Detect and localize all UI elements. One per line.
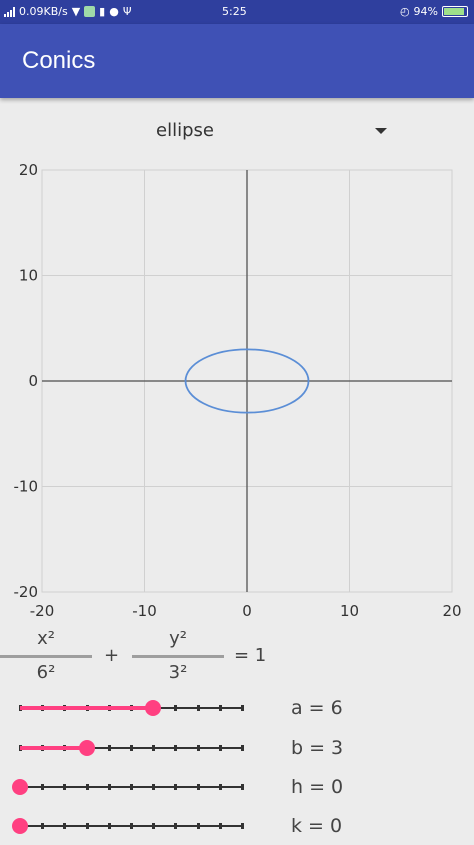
slider-tick <box>107 823 111 829</box>
term-y-denominator: 3² <box>168 662 188 683</box>
slider-tick <box>41 823 45 829</box>
slider-row-k: k = 0 <box>0 808 474 844</box>
slider-row-h: h = 0 <box>0 769 474 805</box>
slider-tick <box>218 745 222 751</box>
y-tick-label: -10 <box>14 478 39 496</box>
app-title: Conics <box>22 47 96 74</box>
slider-tick <box>218 784 222 790</box>
slider-row-a: a = 6 <box>0 690 474 726</box>
slider-tick <box>241 784 244 790</box>
fraction-bar-y <box>132 655 224 658</box>
slider-tick <box>107 745 111 751</box>
slider-a-label: a = 6 <box>291 697 343 719</box>
slider-fill <box>20 746 87 750</box>
equation-rhs: = 1 <box>234 645 267 666</box>
network-speed: 0.09KB/s <box>19 5 68 18</box>
conic-plot: -20 -10 0 10 20 -20 -10 0 10 20 <box>14 161 462 620</box>
slider-tick <box>130 784 133 790</box>
slider-tick <box>41 784 45 790</box>
slider-tick <box>174 705 178 711</box>
slider-tick <box>63 823 67 829</box>
slider-h-label: h = 0 <box>291 776 344 798</box>
battery-icon <box>442 6 468 17</box>
slider-tick <box>85 784 89 790</box>
slider-thumb[interactable] <box>145 700 162 716</box>
slider-tick <box>152 784 156 790</box>
slider-fill <box>20 706 154 710</box>
y-tick-label: 10 <box>19 267 38 285</box>
slider-tick <box>130 745 133 751</box>
equation-term-y: y² 3² <box>132 624 224 690</box>
x-tick-label: 0 <box>242 602 252 620</box>
slider-tick <box>85 823 89 829</box>
slider-thumb[interactable] <box>12 818 28 834</box>
slider-tick <box>107 784 111 790</box>
slider-tick <box>152 823 156 829</box>
wifi-icon: ▼ <box>71 5 81 18</box>
status-left: 0.09KB/s ▼ ▮ ● Ψ <box>4 5 132 18</box>
term-y-numerator: y² <box>169 628 187 649</box>
slider-tick <box>196 745 200 751</box>
slider-thumb[interactable] <box>78 740 95 756</box>
app-bar: Conics <box>0 24 474 98</box>
slider-tick <box>241 745 244 751</box>
slider-tick <box>174 784 178 790</box>
slider-tick <box>130 823 133 829</box>
slider-k-label: k = 0 <box>291 815 343 837</box>
plus-sign: + <box>104 645 120 666</box>
battery-percent: 94% <box>413 5 438 18</box>
y-tick-label: 20 <box>19 161 38 179</box>
status-right: ◴ 94% <box>400 5 468 18</box>
slider-tick <box>63 784 67 790</box>
slider-tick <box>241 705 244 711</box>
slider-tick <box>196 823 200 829</box>
app-notification-icon <box>84 6 96 17</box>
equation: x² 6² + y² 3² = 1 <box>0 624 474 690</box>
x-tick-label: -10 <box>132 602 157 620</box>
clipboard-icon: ▮ <box>99 5 106 18</box>
slider-row-b: b = 3 <box>0 730 474 766</box>
spinner-selected-value: ellipse <box>156 120 214 141</box>
slider-tick <box>174 745 178 751</box>
equation-term-x: x² 6² <box>0 624 92 690</box>
x-tick-label: 10 <box>340 602 359 620</box>
alarm-icon: ◴ <box>399 5 410 18</box>
conic-type-spinner[interactable]: ellipse <box>0 110 474 150</box>
slider-tick <box>218 823 222 829</box>
x-tick-label: -20 <box>30 602 55 620</box>
slider-tick <box>174 823 178 829</box>
y-tick-label: -20 <box>14 583 39 601</box>
term-x-numerator: x² <box>37 628 55 649</box>
slider-thumb[interactable] <box>12 779 28 795</box>
x-tick-label: 20 <box>442 602 461 620</box>
dropdown-arrow-icon <box>375 128 387 134</box>
y-tick-label: 0 <box>28 372 38 390</box>
status-bar: 0.09KB/s ▼ ▮ ● Ψ 5:25 ◴ 94% <box>0 0 474 24</box>
fraction-bar-x <box>0 655 92 658</box>
slider-tick <box>152 745 156 751</box>
cat-icon: ● <box>109 5 119 18</box>
term-x-denominator: 6² <box>36 662 56 683</box>
slider-tick <box>218 705 222 711</box>
usb-icon: Ψ <box>122 5 132 18</box>
slider-b-label: b = 3 <box>291 737 344 759</box>
slider-tick <box>196 784 200 790</box>
signal-icon <box>4 6 15 17</box>
status-time: 5:25 <box>222 5 247 18</box>
slider-tick <box>241 823 244 829</box>
slider-tick <box>196 705 200 711</box>
